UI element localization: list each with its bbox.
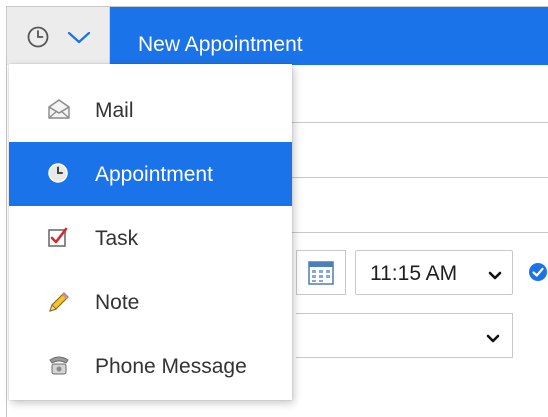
menu-item-phone-message[interactable]: Phone Message <box>9 334 292 398</box>
menu-item-label: Note <box>95 291 140 314</box>
date-picker-button[interactable] <box>296 250 346 295</box>
start-time-value: 11:15 AM <box>370 262 458 285</box>
form-field-divider <box>292 232 548 233</box>
clock-icon <box>47 162 69 189</box>
chevron-down-icon <box>486 331 500 349</box>
menu-item-appointment[interactable]: Appointment <box>9 142 292 206</box>
check-circle-icon[interactable] <box>528 262 548 287</box>
pencil-icon <box>47 290 71 319</box>
chevron-down-icon <box>488 268 502 286</box>
calendar-icon <box>308 261 334 290</box>
secondary-select[interactable] <box>296 313 513 358</box>
item-type-dropdown-button[interactable] <box>7 7 110 65</box>
form-field-divider <box>292 177 548 178</box>
item-type-menu: Mail Appointment Task Note Phone Message <box>9 64 292 400</box>
task-check-icon <box>47 226 69 253</box>
phone-icon <box>47 354 71 381</box>
menu-item-label: Appointment <box>95 163 213 186</box>
start-time-select[interactable]: 11:15 AM <box>355 250 513 295</box>
mail-icon <box>47 98 71 125</box>
form-field-divider <box>292 122 548 123</box>
clock-icon <box>27 26 49 53</box>
window-title: New Appointment <box>138 33 303 56</box>
menu-item-label: Task <box>95 227 139 250</box>
chevron-down-icon <box>67 31 91 50</box>
menu-item-mail[interactable]: Mail <box>9 78 292 142</box>
menu-item-task[interactable]: Task <box>9 206 292 270</box>
menu-item-label: Phone Message <box>95 355 247 378</box>
menu-item-note[interactable]: Note <box>9 270 292 334</box>
menu-item-label: Mail <box>95 99 134 122</box>
